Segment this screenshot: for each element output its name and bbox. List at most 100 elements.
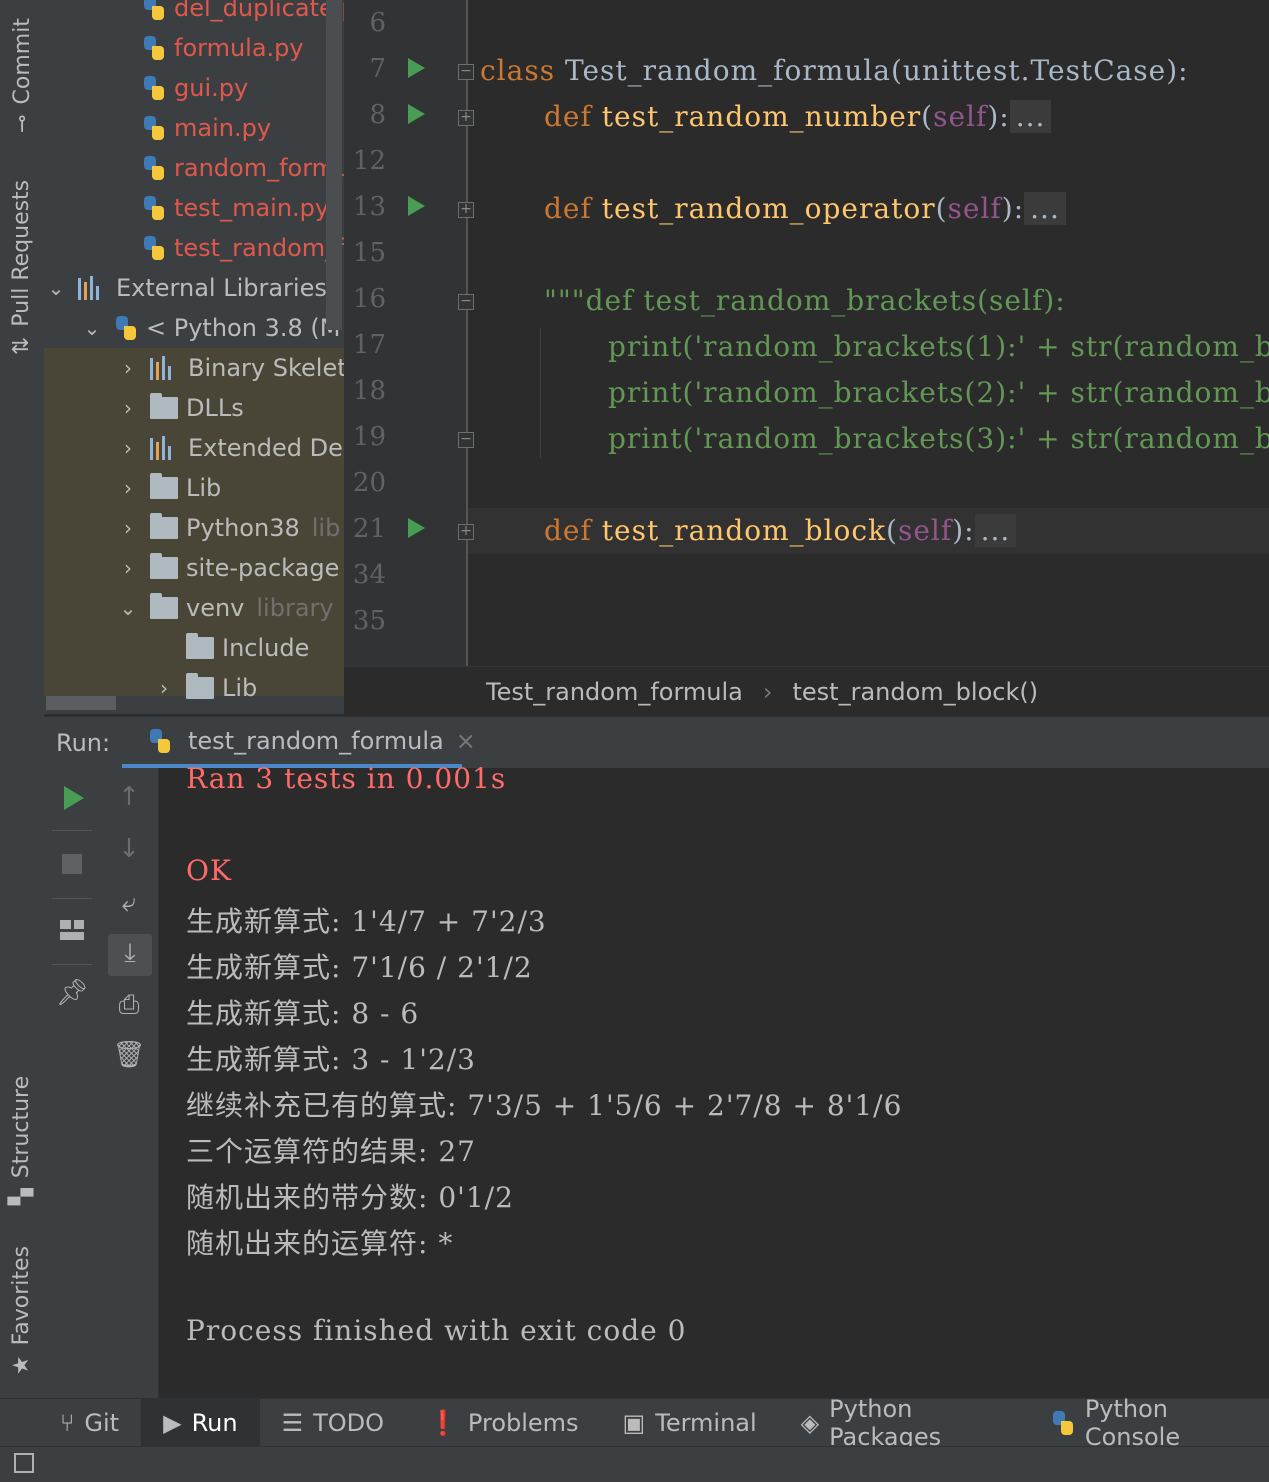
- run-test-icon[interactable]: [408, 518, 425, 538]
- status-bar: [0, 1446, 1269, 1482]
- pull-requests-tool-tab[interactable]: ⇅ Pull Requests: [0, 175, 44, 360]
- tree-item[interactable]: Include: [152, 628, 309, 668]
- tree-item[interactable]: test_random_fo: [142, 228, 344, 268]
- project-vertical-scrollbar[interactable]: [326, 0, 342, 330]
- tree-item-label: test_main.py: [174, 194, 330, 222]
- structure-tool-tab[interactable]: ▚ Structure: [0, 1070, 44, 1210]
- arrow-down-icon[interactable]: ↓: [109, 834, 149, 864]
- console-line: 生成新算式: 3 - 1'2/3: [186, 1043, 476, 1076]
- tree-item[interactable]: ⌄ < Python 3.8 (M: [80, 308, 341, 348]
- run-test-icon[interactable]: [408, 196, 425, 216]
- tree-item-label: del_duplicate.py: [174, 0, 344, 22]
- tree-item-suffix: lib: [311, 514, 341, 542]
- code-line-8: def test_random_number(self):...: [544, 100, 1052, 133]
- run-class-icon[interactable]: [408, 58, 425, 78]
- terminal-tool-tab[interactable]: ▣ Terminal: [601, 1399, 779, 1447]
- soft-wrap-icon[interactable]: ⤶: [109, 888, 149, 919]
- tree-item-label: Include: [222, 634, 310, 662]
- python-icon: [148, 729, 172, 753]
- chevron-right-icon[interactable]: ›: [116, 396, 140, 420]
- line-number: 18: [352, 376, 386, 406]
- folded-code[interactable]: ...: [1024, 192, 1066, 225]
- chevron-right-icon[interactable]: ›: [152, 676, 176, 700]
- code-line-13: def test_random_operator(self):...: [544, 192, 1066, 225]
- folded-code[interactable]: ...: [1009, 100, 1052, 133]
- tree-item[interactable]: › Python38 lib: [116, 508, 340, 548]
- line-number: 7: [369, 54, 386, 84]
- chevron-down-icon[interactable]: ⌄: [116, 596, 140, 620]
- todo-tool-tab[interactable]: ☰ TODO: [260, 1399, 406, 1447]
- trash-icon[interactable]: 🗑︎: [109, 1040, 149, 1070]
- console-output[interactable]: [159, 768, 1269, 1398]
- code-line-17: print('random_brackets(1):' + str(random…: [608, 330, 1269, 363]
- tree-item[interactable]: ⌄ External Libraries: [44, 268, 327, 308]
- alert-icon: ❗: [428, 1409, 458, 1437]
- stop-icon[interactable]: [62, 854, 82, 874]
- folder-icon: [150, 513, 178, 539]
- fold-collapse-icon[interactable]: −: [458, 64, 474, 80]
- tree-item[interactable]: › site-package: [116, 548, 339, 588]
- breadcrumb-method[interactable]: test_random_block(): [793, 678, 1039, 706]
- layout-icon[interactable]: [60, 920, 84, 940]
- python-file-icon: [142, 76, 166, 100]
- layers-icon: ◈: [800, 1409, 820, 1437]
- tree-item[interactable]: formula.py: [142, 28, 304, 68]
- tree-item[interactable]: › Binary Skelet: [116, 348, 344, 388]
- tree-item[interactable]: › Lib: [116, 468, 221, 508]
- library-icon: [78, 276, 108, 300]
- tree-item-label: test_random_fo: [174, 234, 344, 262]
- tree-item[interactable]: test_main.py: [142, 188, 329, 228]
- tree-item[interactable]: gui.py: [142, 68, 248, 108]
- folded-code[interactable]: ...: [974, 514, 1017, 547]
- fold-expand-icon[interactable]: +: [458, 110, 474, 126]
- library-icon: [150, 436, 180, 460]
- python-file-icon: [142, 196, 166, 220]
- run-label: Run:: [56, 729, 111, 757]
- fold-expand-icon[interactable]: +: [458, 524, 474, 540]
- tree-item[interactable]: › Extended De: [116, 428, 343, 468]
- fold-expand-icon[interactable]: +: [458, 202, 474, 218]
- fold-collapse-icon[interactable]: −: [458, 294, 474, 310]
- tree-item-label: site-package: [186, 554, 340, 582]
- tree-item[interactable]: › DLLs: [116, 388, 244, 428]
- tree-item[interactable]: › Lib: [152, 668, 257, 708]
- git-tool-tab[interactable]: ⑂ Git: [0, 1399, 141, 1447]
- run-tool-tab[interactable]: ▶ Run: [141, 1399, 260, 1447]
- chevron-down-icon[interactable]: ⌄: [44, 276, 68, 300]
- tree-item[interactable]: random_formula: [142, 148, 344, 188]
- project-tree-panel: del_duplicate.py formula.py gui.py main.py r…: [44, 0, 344, 714]
- fold-end-icon[interactable]: −: [458, 432, 474, 448]
- chevron-right-icon[interactable]: ›: [116, 436, 140, 460]
- commit-tool-tab[interactable]: ⊸ Commit: [0, 10, 44, 140]
- run-test-icon[interactable]: [408, 104, 425, 124]
- close-tab-icon[interactable]: ×: [456, 727, 476, 755]
- run-config-tab[interactable]: test_random_formula ×: [148, 727, 476, 755]
- chevron-right-icon[interactable]: ›: [116, 516, 140, 540]
- tree-item-label: DLLs: [186, 394, 244, 422]
- window-toggle-icon[interactable]: [14, 1453, 34, 1473]
- pin-icon[interactable]: 📌︎: [52, 978, 92, 1008]
- tree-item[interactable]: ⌄ venv library: [116, 588, 334, 628]
- print-icon[interactable]: ⎙: [109, 990, 149, 1021]
- project-horizontal-scrollbar[interactable]: [46, 696, 116, 710]
- breadcrumb-class[interactable]: Test_random_formula: [486, 678, 743, 706]
- chevron-right-icon[interactable]: ›: [116, 356, 140, 380]
- commit-label: Commit: [9, 17, 35, 104]
- python-console-tool-tab[interactable]: Python Console: [1029, 1395, 1269, 1451]
- tree-item-suffix: library: [256, 594, 334, 622]
- chevron-right-icon[interactable]: ›: [116, 556, 140, 580]
- arrow-up-icon[interactable]: ↑: [109, 782, 149, 812]
- tree-item[interactable]: del_duplicate.py: [142, 0, 344, 28]
- chevron-down-icon[interactable]: ⌄: [80, 316, 104, 340]
- python-file-icon: [142, 36, 166, 60]
- problems-tool-tab[interactable]: ❗ Problems: [406, 1399, 601, 1447]
- tree-item-label: random_formula: [174, 154, 344, 182]
- tree-item[interactable]: main.py: [142, 108, 271, 148]
- rerun-icon[interactable]: [64, 786, 84, 810]
- python-packages-tool-tab[interactable]: ◈ Python Packages: [779, 1395, 1029, 1451]
- scroll-to-end-toggle[interactable]: ⤓: [108, 934, 152, 976]
- chevron-right-icon[interactable]: ›: [116, 476, 140, 500]
- console-line: 生成新算式: 8 - 6: [186, 997, 420, 1030]
- favorites-tool-tab[interactable]: ★ Favorites: [0, 1240, 44, 1380]
- python-icon: [1051, 1411, 1075, 1435]
